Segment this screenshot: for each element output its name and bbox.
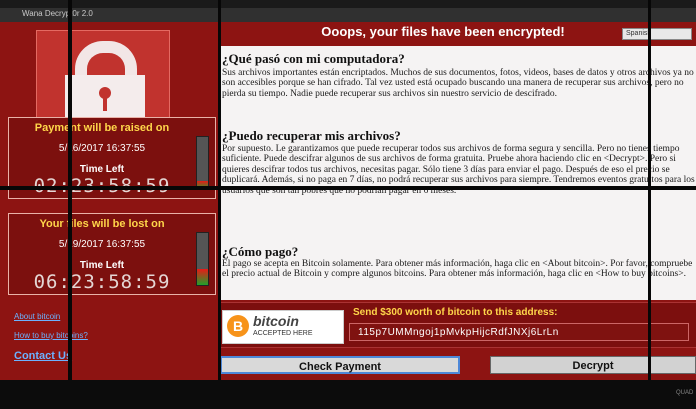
window-titlebar: Wana Decrypt0r 2.0 — [0, 8, 696, 22]
bitcoin-icon: B — [227, 315, 249, 337]
ransom-window: Wana Decrypt0r 2.0 Payment will be raise… — [0, 8, 696, 380]
check-payment-button[interactable]: Check Payment — [220, 356, 460, 374]
video-wall-photo: Wana Decrypt0r 2.0 Payment will be raise… — [0, 0, 696, 409]
payment-box: B bitcoin ACCEPTED HERE Send $300 worth … — [218, 302, 696, 348]
time-left-label: Time Left — [79, 260, 125, 271]
files-lost-timer: Your files will be lost on 5/19/2017 16:… — [8, 213, 216, 295]
accepted-here-text: ACCEPTED HERE — [253, 330, 313, 337]
about-bitcoin-link[interactable]: About bitcoin — [14, 312, 60, 321]
timer-header: Your files will be lost on — [39, 218, 165, 230]
section-heading: ¿Cómo pago? — [222, 244, 299, 259]
time-left-label: Time Left — [79, 164, 125, 175]
ransom-text-panel[interactable]: ¿Qué pasó con mi computadora? Sus archiv… — [218, 46, 696, 300]
section-heading: ¿Puedo recuperar mis archivos? — [222, 128, 401, 143]
section-body: El pago se acepta en Bitcoin solamente. … — [222, 259, 693, 280]
bitcoin-address-field[interactable]: 115p7UMMngoj1pMvkpHijcRdfJNXj6LrLn — [349, 323, 689, 341]
bitcoin-badge: B bitcoin ACCEPTED HERE — [222, 310, 344, 344]
timer-date: 5/16/2017 16:37:55 — [58, 143, 146, 154]
bottom-bezel — [0, 380, 696, 409]
section-heading: ¿Qué pasó con mi computadora? — [222, 51, 405, 66]
display-brand: QUAD — [676, 390, 694, 396]
contact-us-link[interactable]: Contact Us — [14, 350, 72, 362]
page-title: Ooops, your files have been encrypted! — [321, 24, 565, 39]
screen-seam — [0, 186, 696, 190]
time-level-bar — [196, 232, 209, 286]
language-select[interactable]: Spanish — [622, 28, 692, 40]
timer-header: Payment will be raised on — [34, 122, 170, 134]
time-level-bar — [196, 136, 209, 190]
screen-seam — [218, 0, 221, 409]
window-title: Wana Decrypt0r 2.0 — [22, 9, 93, 18]
decrypt-button[interactable]: Decrypt — [490, 356, 696, 374]
timer-date: 5/19/2017 16:37:55 — [58, 239, 146, 250]
screen-seam — [648, 0, 651, 409]
section-body: Sus archivos importantes están encriptad… — [222, 68, 694, 99]
padlock-icon — [36, 30, 170, 128]
how-to-buy-link[interactable]: How to buy bitcoins? — [14, 331, 88, 340]
screen-seam — [68, 0, 72, 409]
send-instruction: Send $300 worth of bitcoin to this addre… — [353, 307, 558, 318]
bitcoin-word: bitcoin — [253, 313, 299, 329]
countdown: 06:23:58:59 — [33, 271, 171, 293]
